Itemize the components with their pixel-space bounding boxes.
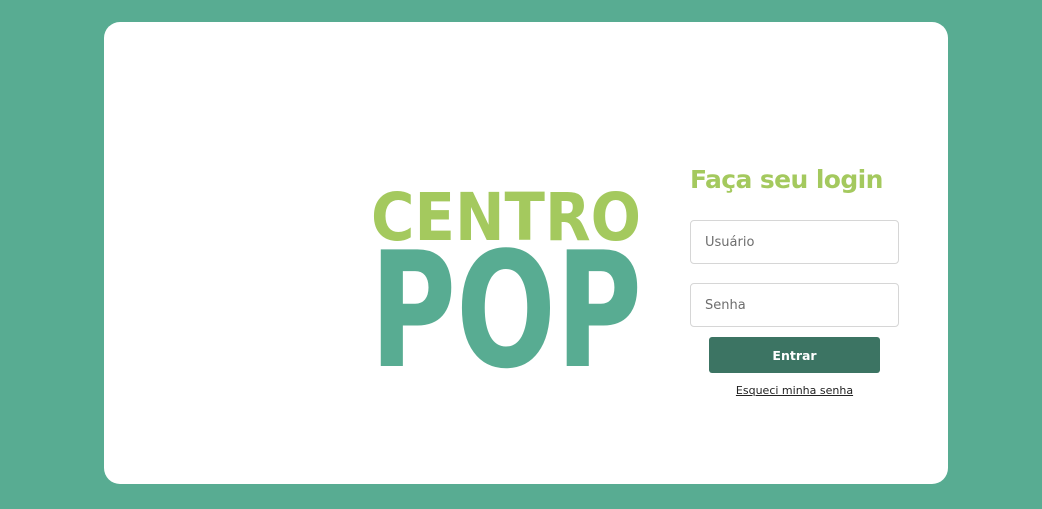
logo-text-pop: POP (370, 217, 642, 372)
centro-pop-logo: CENTRO POP (368, 172, 644, 404)
login-card: CENTRO POP Faça seu login Entrar Esqueci… (104, 22, 948, 484)
login-submit-button[interactable]: Entrar (709, 337, 880, 373)
forgot-password-link[interactable]: Esqueci minha senha (690, 384, 899, 397)
password-input[interactable] (690, 283, 899, 327)
login-title: Faça seu login (690, 165, 883, 194)
username-input[interactable] (690, 220, 899, 264)
